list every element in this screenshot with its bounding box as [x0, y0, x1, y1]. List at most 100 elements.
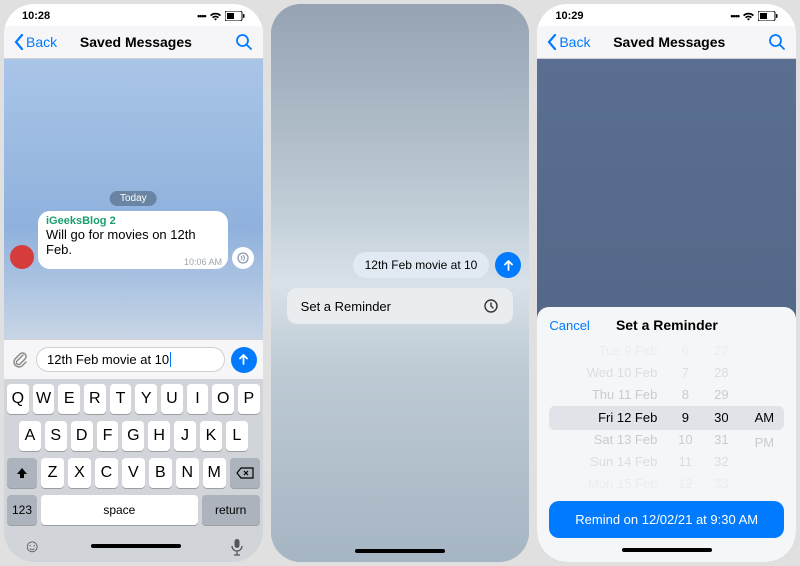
key-y[interactable]: Y	[135, 384, 157, 414]
picker-item[interactable]: Fri 12 Feb	[598, 408, 657, 426]
picker-item[interactable]: Thu 11 Feb	[592, 386, 658, 404]
status-bar: 10:28 ••••	[4, 4, 263, 26]
key-q[interactable]: Q	[7, 384, 29, 414]
page-title: Saved Messages	[37, 34, 235, 50]
clock-icon	[483, 298, 499, 314]
sheet-header: Cancel Set a Reminder	[549, 317, 784, 333]
clock: 10:28	[22, 10, 50, 22]
wifi-icon	[742, 12, 755, 21]
status-bar: 10:29 ••••	[537, 4, 796, 26]
screen-2-context-menu: 12th Feb movie at 10 Set a Reminder	[271, 4, 530, 562]
signal-icon: ••••	[730, 11, 739, 21]
battery-icon	[225, 11, 245, 21]
key-s[interactable]: S	[45, 421, 67, 451]
picker-item[interactable]: 32	[714, 452, 728, 470]
space-key[interactable]: space	[41, 495, 198, 525]
key-h[interactable]: H	[148, 421, 170, 451]
home-indicator[interactable]	[91, 544, 181, 548]
picker-item[interactable]: PM	[755, 432, 775, 453]
picker-item[interactable]: 28	[714, 363, 728, 381]
key-f[interactable]: F	[97, 421, 119, 451]
attach-button[interactable]	[10, 350, 30, 370]
key-row-3: ZXCVBNM	[7, 458, 260, 488]
read-aloud-button[interactable]	[232, 247, 254, 269]
home-indicator[interactable]	[355, 549, 445, 553]
search-button[interactable]	[235, 33, 253, 51]
ampm-column[interactable]: AM PM	[747, 341, 781, 493]
key-j[interactable]: J	[174, 421, 196, 451]
date-column[interactable]: Tue 9 Feb Wed 10 Feb Thu 11 Feb Fri 12 Feb S…	[557, 341, 657, 493]
key-d[interactable]: D	[71, 421, 93, 451]
picker-item[interactable]: 30	[714, 408, 728, 426]
mic-button[interactable]	[230, 538, 244, 556]
picker-item[interactable]: 29	[714, 386, 728, 404]
send-button[interactable]	[231, 347, 257, 373]
minute-column[interactable]: 27 28 29 30 31 32 33	[707, 341, 735, 493]
key-u[interactable]: U	[161, 384, 183, 414]
avatar[interactable]	[10, 245, 34, 269]
key-e[interactable]: E	[58, 384, 80, 414]
key-k[interactable]: K	[200, 421, 222, 451]
battery-icon	[758, 11, 778, 21]
picker-item[interactable]: 10	[678, 430, 692, 448]
message-row[interactable]: iGeeksBlog 2 Will go for movies on 12th …	[10, 211, 257, 269]
key-z[interactable]: Z	[41, 458, 64, 488]
blurred-background[interactable]: 12th Feb movie at 10 Set a Reminder	[271, 4, 530, 562]
set-reminder-menu-item[interactable]: Set a Reminder	[287, 288, 514, 324]
key-p[interactable]: P	[238, 384, 260, 414]
key-i[interactable]: I	[187, 384, 209, 414]
picker-item[interactable]: Sun 14 Feb	[590, 452, 657, 470]
menu-label: Set a Reminder	[301, 299, 391, 314]
numbers-key[interactable]: 123	[7, 495, 37, 525]
shift-key[interactable]	[7, 458, 37, 488]
picker-item[interactable]: 27	[714, 341, 728, 359]
backspace-key[interactable]	[230, 458, 260, 488]
key-n[interactable]: N	[176, 458, 199, 488]
date-badge: Today	[110, 191, 157, 206]
key-r[interactable]: R	[84, 384, 106, 414]
picker-item[interactable]: 11	[679, 452, 693, 470]
picker-item[interactable]: Mon 15 Feb	[588, 475, 657, 493]
reminder-sheet: Cancel Set a Reminder Tue 9 Feb Wed 10 Fe…	[537, 307, 796, 562]
message-text: Will go for movies on 12th Feb.	[46, 227, 220, 257]
key-t[interactable]: T	[110, 384, 132, 414]
hour-column[interactable]: 6 7 8 9 10 11 12	[671, 341, 699, 493]
return-key[interactable]: return	[202, 495, 260, 525]
keyboard-bottom: ☺	[7, 532, 260, 559]
picker-item[interactable]: Sat 13 Feb	[594, 430, 658, 448]
picker-item[interactable]: 12	[678, 475, 692, 493]
date-time-picker[interactable]: Tue 9 Feb Wed 10 Feb Thu 11 Feb Fri 12 Feb S…	[549, 341, 784, 493]
picker-item[interactable]: AM	[755, 407, 775, 428]
signal-icon: ••••	[197, 11, 206, 21]
message-bubble[interactable]: iGeeksBlog 2 Will go for movies on 12th …	[38, 211, 228, 269]
key-l[interactable]: L	[226, 421, 248, 451]
nav-bar: Back Saved Messages	[4, 26, 263, 59]
key-row-2: ASDFGHJKL	[7, 421, 260, 451]
home-indicator[interactable]	[622, 548, 712, 552]
key-v[interactable]: V	[122, 458, 145, 488]
key-g[interactable]: G	[122, 421, 144, 451]
clock: 10:29	[555, 10, 583, 22]
input-bar: 12th Feb movie at 10	[4, 339, 263, 379]
picker-item[interactable]: 31	[714, 430, 728, 448]
picker-item[interactable]: Tue 9 Feb	[599, 341, 658, 359]
picker-item[interactable]: Wed 10 Feb	[587, 363, 658, 381]
message-input[interactable]: 12th Feb movie at 10	[36, 347, 225, 372]
key-o[interactable]: O	[212, 384, 234, 414]
picker-item[interactable]: 9	[682, 408, 689, 426]
search-button[interactable]	[768, 33, 786, 51]
chat-area: Cancel Set a Reminder Tue 9 Feb Wed 10 Fe…	[537, 59, 796, 562]
send-button[interactable]	[495, 252, 521, 278]
key-m[interactable]: M	[203, 458, 226, 488]
confirm-reminder-button[interactable]: Remind on 12/02/21 at 9:30 AM	[549, 501, 784, 538]
key-w[interactable]: W	[33, 384, 55, 414]
picker-item[interactable]: 6	[682, 341, 689, 359]
key-b[interactable]: B	[149, 458, 172, 488]
key-x[interactable]: X	[68, 458, 91, 488]
picker-item[interactable]: 7	[682, 363, 689, 381]
picker-item[interactable]: 33	[714, 475, 728, 493]
emoji-button[interactable]: ☺	[23, 536, 41, 557]
key-c[interactable]: C	[95, 458, 118, 488]
key-a[interactable]: A	[19, 421, 41, 451]
picker-item[interactable]: 8	[682, 386, 689, 404]
